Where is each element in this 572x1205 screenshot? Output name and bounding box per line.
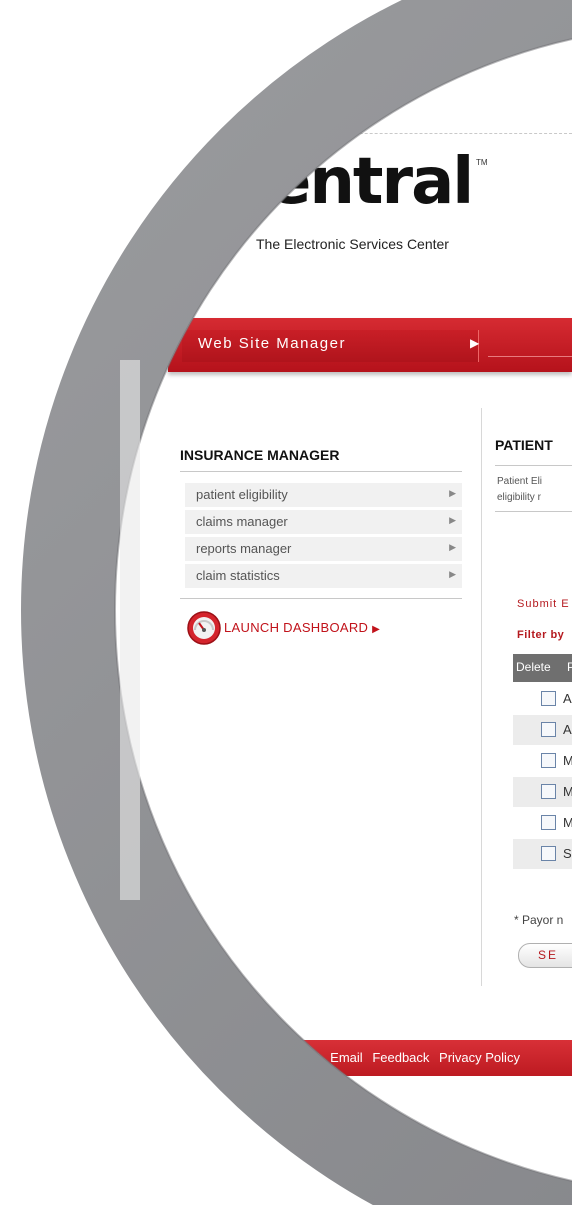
title-rule <box>495 465 572 466</box>
delete-checkbox[interactable] <box>541 784 556 799</box>
nav-arrow-icon: ▶ <box>470 336 480 350</box>
sidebar-bottom-rule <box>180 598 462 599</box>
trademark-mark: TM <box>476 158 488 167</box>
launch-dashboard-link[interactable]: LAUNCH DASHBOARD ▶ <box>224 620 380 635</box>
chevron-right-icon: ▶ <box>449 542 456 552</box>
sidebar-item-reports-manager[interactable]: reports manager ▶ <box>185 537 462 562</box>
footer-link-email[interactable]: Email <box>330 1050 363 1065</box>
sidebar-item-label: claim statistics <box>196 568 280 583</box>
table-cell: A <box>563 722 572 737</box>
header-dashed-line <box>270 133 572 134</box>
footer-link-privacy-policy[interactable]: Privacy Policy <box>439 1050 520 1065</box>
delete-checkbox[interactable] <box>541 846 556 861</box>
footer-links: Support Email Feedback Privacy Policy <box>275 1050 526 1065</box>
delete-checkbox[interactable] <box>541 815 556 830</box>
sidebar-item-patient-eligibility[interactable]: patient eligibility ▶ <box>185 483 462 508</box>
delete-checkbox[interactable] <box>541 753 556 768</box>
table-row: A <box>513 715 572 745</box>
table-cell: S <box>563 846 572 861</box>
table-cell: M <box>563 815 572 830</box>
description-line: eligibility r <box>497 492 541 503</box>
launch-dashboard-label: LAUNCH DASHBOARD <box>224 620 369 635</box>
screenshot-stage: central TM The Electronic Services Cente… <box>0 0 572 1205</box>
site-logo[interactable]: central <box>232 150 474 214</box>
chevron-right-icon: ▶ <box>449 515 456 525</box>
column-header-payor: P <box>567 660 572 674</box>
description-line: Patient Eli <box>497 476 543 487</box>
table-row: M <box>513 777 572 807</box>
sidebar-item-claim-statistics[interactable]: claim statistics ▶ <box>185 564 462 589</box>
chevron-right-icon: ▶ <box>449 488 456 498</box>
payor-footnote: * Payor n <box>514 913 564 927</box>
nav-divider <box>488 356 572 357</box>
play-arrow-icon: ▶ <box>372 624 381 635</box>
table-row: M <box>513 746 572 776</box>
column-divider <box>481 408 482 986</box>
site-tagline: The Electronic Services Center <box>256 236 449 252</box>
select-button-label[interactable]: SE <box>538 948 558 962</box>
delete-checkbox[interactable] <box>541 691 556 706</box>
page-description: Patient Eli eligibility r <box>497 474 572 506</box>
column-header-delete: Delete <box>516 660 551 674</box>
table-row: M <box>513 808 572 838</box>
sidebar-item-label: claims manager <box>196 514 288 529</box>
sidebar-item-label: patient eligibility <box>196 487 288 502</box>
dashboard-gauge-icon[interactable] <box>186 610 222 646</box>
table-cell: M <box>563 753 572 768</box>
sidebar-item-label: reports manager <box>196 541 292 556</box>
delete-checkbox[interactable] <box>541 722 556 737</box>
footer-link-feedback[interactable]: Feedback <box>372 1050 429 1065</box>
table-cell: A <box>563 691 572 706</box>
chevron-right-icon: ▶ <box>449 569 456 579</box>
table-row: S <box>513 839 572 869</box>
nav-item-label[interactable]: Web Site Manager <box>198 335 346 352</box>
filter-by-label: Filter by <box>517 629 565 641</box>
page-title: PATIENT <box>495 437 553 453</box>
table-row: A <box>513 684 572 714</box>
sidebar-item-claims-manager[interactable]: claims manager ▶ <box>185 510 462 535</box>
sidebar-title: INSURANCE MANAGER <box>180 447 340 463</box>
submit-eligibility-label[interactable]: Submit E <box>517 598 570 610</box>
sidebar-top-rule <box>180 471 462 472</box>
description-rule <box>495 511 572 512</box>
table-cell: M <box>563 784 572 799</box>
footer-link-support[interactable]: Support <box>275 1050 321 1065</box>
